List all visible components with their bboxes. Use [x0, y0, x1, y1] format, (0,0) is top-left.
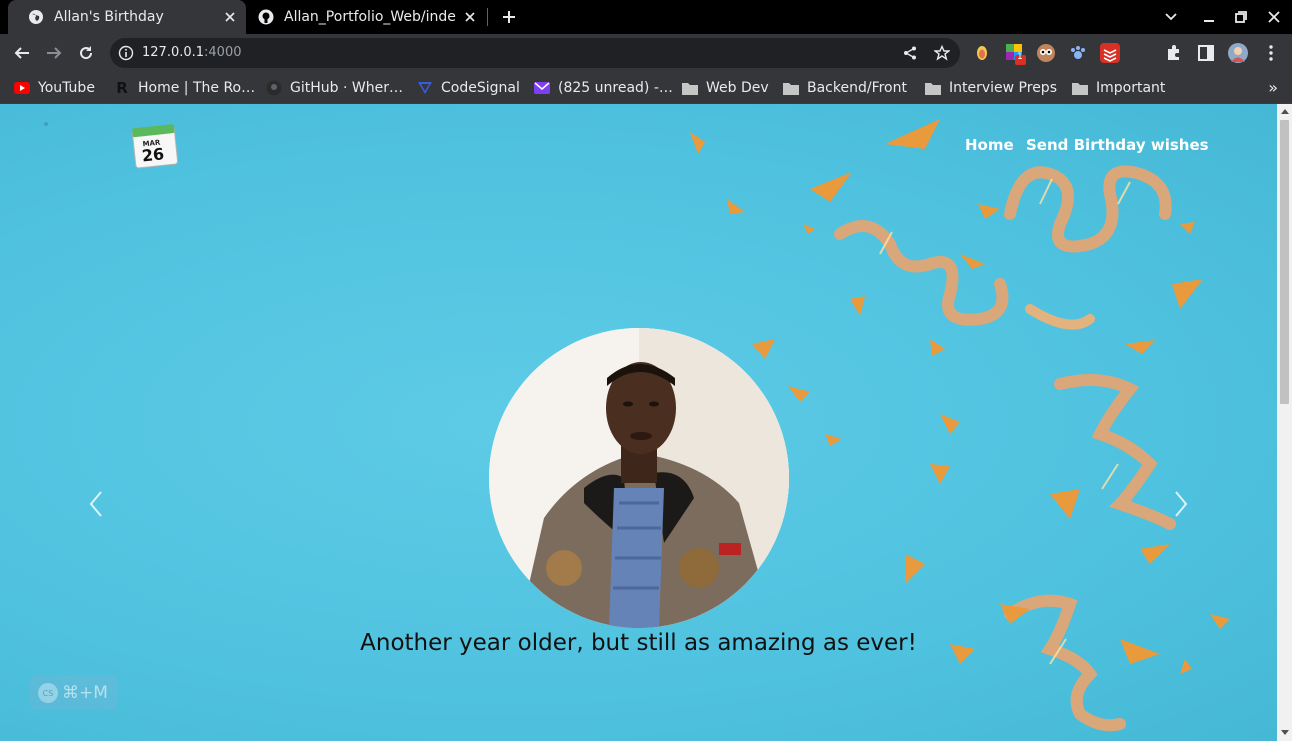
youtube-icon: [14, 80, 30, 96]
close-tab-icon[interactable]: [220, 7, 240, 27]
bookmark-folder-important[interactable]: Important: [1072, 77, 1165, 99]
bookmark-label: YouTube: [38, 80, 95, 96]
scrollbar-thumb[interactable]: [1280, 120, 1289, 404]
address-bar[interactable]: 127.0.0.1:4000: [110, 38, 960, 68]
url-host: 127.0.0.1: [142, 45, 205, 60]
tab-allans-birthday[interactable]: Allan's Birthday: [8, 0, 246, 34]
close-window-icon[interactable]: [1263, 6, 1285, 28]
tab-divider: [487, 8, 488, 26]
browser-toolbar: 127.0.0.1:4000 1: [0, 34, 1292, 72]
extension-badge: 1: [1017, 52, 1023, 62]
profile-avatar[interactable]: [1228, 43, 1248, 63]
globe-icon: [28, 9, 44, 25]
side-panel-icon[interactable]: [1196, 43, 1216, 63]
bookmark-codesignal[interactable]: CodeSignal: [417, 77, 520, 99]
share-icon[interactable]: [902, 45, 918, 61]
bookmark-label: (825 unread) -…: [558, 80, 673, 96]
bookmark-star-icon[interactable]: [934, 45, 950, 61]
tab-allan-portfolio[interactable]: Allan_Portfolio_Web/inde: [238, 0, 486, 34]
minimize-icon[interactable]: [1198, 6, 1220, 28]
tab-search-icon[interactable]: [1160, 6, 1182, 28]
forward-icon[interactable]: [42, 41, 66, 65]
scroll-down-arrow-icon[interactable]: [1281, 730, 1289, 735]
calendar-logo[interactable]: MAR 26: [131, 122, 181, 170]
bookmark-github[interactable]: GitHub · Wher…: [266, 77, 403, 99]
tab-strip: Allan's Birthday Allan_Portfolio_Web/ind…: [0, 0, 1292, 34]
extension-todoist-icon[interactable]: [1100, 43, 1120, 63]
page-scrollbar[interactable]: [1277, 104, 1292, 741]
tab-title: Allan_Portfolio_Web/inde: [284, 9, 456, 25]
folder-icon: [1072, 80, 1088, 96]
bookmark-label: CodeSignal: [441, 80, 520, 96]
dot: [44, 122, 48, 126]
shortcut-badge[interactable]: CS ⌘+M: [30, 676, 118, 710]
site-info-icon[interactable]: [118, 45, 134, 61]
back-icon[interactable]: [10, 41, 34, 65]
birthday-caption: Another year older, but still as amazing…: [360, 630, 917, 656]
close-tab-icon[interactable]: [460, 7, 480, 27]
url-text: 127.0.0.1:4000: [142, 45, 242, 60]
browser-menu-icon[interactable]: [1261, 43, 1281, 63]
carousel-prev-icon[interactable]: [84, 488, 108, 520]
folder-icon: [925, 80, 941, 96]
carousel-next-icon[interactable]: [1169, 488, 1193, 520]
bookmark-folder-web-dev[interactable]: Web Dev: [682, 77, 769, 99]
restore-icon[interactable]: [1230, 6, 1252, 28]
logo-day: 26: [141, 144, 165, 165]
extension-bulb-icon[interactable]: [972, 43, 992, 63]
github-icon: [266, 80, 282, 96]
new-tab-icon[interactable]: [498, 6, 520, 28]
nav-send-wishes-link[interactable]: Send Birthday wishes: [1026, 136, 1209, 154]
bookmarks-bar: YouTube R Home | The Ro… GitHub · Wher… …: [0, 72, 1292, 104]
bookmark-label: Important: [1096, 80, 1166, 96]
bookmark-label: Interview Preps: [949, 80, 1057, 96]
bookmark-the-ro[interactable]: R Home | The Ro…: [114, 77, 255, 99]
reload-icon[interactable]: [74, 41, 98, 65]
bookmark-folder-backend-front[interactable]: Backend/Front: [783, 77, 907, 99]
bookmark-label: GitHub · Wher…: [290, 80, 403, 96]
mail-icon: [534, 80, 550, 96]
extensions-puzzle-icon[interactable]: [1164, 43, 1184, 63]
bookmark-label: Backend/Front: [807, 80, 907, 96]
extension-colorful-icon[interactable]: 1: [1005, 43, 1026, 65]
bookmark-youtube[interactable]: YouTube: [14, 77, 95, 99]
r-icon: R: [116, 79, 128, 97]
bookmark-label: Home | The Ro…: [138, 80, 256, 96]
extension-paw-icon[interactable]: [1068, 43, 1088, 63]
codesignal-icon: [417, 80, 433, 96]
more-bookmarks-icon[interactable]: »: [1268, 78, 1278, 97]
nav-home-link[interactable]: Home: [965, 136, 1014, 154]
cs-logo-icon: CS: [38, 683, 58, 703]
github-icon: [258, 9, 274, 25]
extension-owl-icon[interactable]: [1036, 43, 1056, 63]
shortcut-keys: ⌘+M: [62, 683, 108, 703]
folder-icon: [783, 80, 799, 96]
url-port: :4000: [204, 45, 242, 60]
birthday-page: MAR 26 Home Send Birthday wishes Another…: [0, 104, 1277, 741]
bookmark-folder-interview-preps[interactable]: Interview Preps: [925, 77, 1057, 99]
bookmark-mail[interactable]: (825 unread) -…: [534, 77, 673, 99]
folder-icon: [682, 80, 698, 96]
scroll-up-arrow-icon[interactable]: [1281, 109, 1289, 114]
bookmark-label: Web Dev: [706, 80, 769, 96]
tab-title: Allan's Birthday: [54, 9, 164, 25]
profile-photo: [489, 328, 789, 628]
